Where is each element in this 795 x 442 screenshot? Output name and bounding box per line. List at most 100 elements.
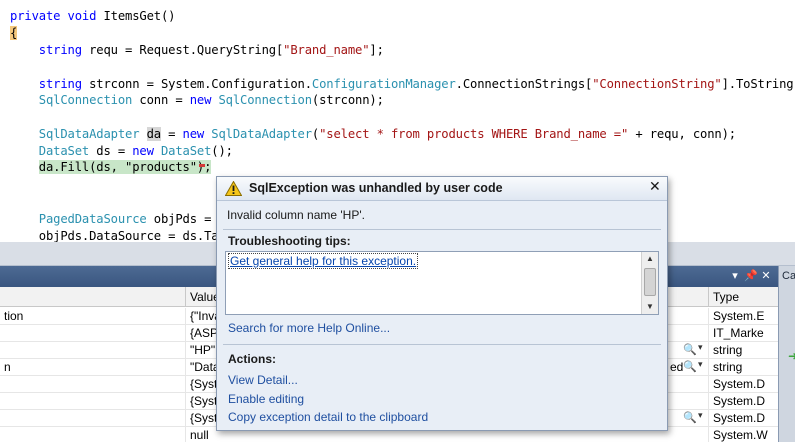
visualizer-dropdown-icon[interactable]: ▾ bbox=[698, 410, 703, 421]
code-line[interactable]: DataSet ds = new DataSet(); bbox=[10, 143, 233, 160]
row-name-cell bbox=[0, 393, 185, 410]
next-statement-arrow-icon: ➜ bbox=[788, 349, 795, 363]
code-line[interactable]: { bbox=[10, 25, 17, 42]
row-type-cell: string bbox=[708, 342, 778, 359]
code-line[interactable]: SqlConnection conn = new SqlConnection(s… bbox=[10, 92, 384, 109]
code-token: da bbox=[146, 127, 161, 141]
code-line[interactable]: string strconn = System.Configuration.Co… bbox=[10, 76, 795, 93]
code-line[interactable]: da.Fill(ds, "products"); bbox=[10, 159, 211, 176]
enable-editing-link[interactable]: Enable editing bbox=[228, 392, 304, 406]
code-token: requ = Request.QueryString[ bbox=[81, 43, 284, 57]
code-token: .ConnectionStrings[ bbox=[455, 77, 593, 91]
code-token: ds = bbox=[89, 144, 133, 158]
pin-icon[interactable]: 📌 bbox=[744, 268, 758, 284]
code-token: DataSet bbox=[160, 144, 212, 158]
code-token: string bbox=[38, 43, 82, 57]
search-help-online-link[interactable]: Search for more Help Online... bbox=[228, 321, 390, 335]
view-detail-link[interactable]: View Detail... bbox=[228, 373, 298, 387]
code-token: void bbox=[67, 9, 97, 23]
code-token: strconn = System.Configuration. bbox=[81, 77, 312, 91]
row-type-cell: System.D bbox=[708, 376, 778, 393]
row-name-cell: tion bbox=[4, 309, 24, 323]
row-name-cell: n bbox=[4, 360, 11, 374]
code-line[interactable]: objPds.DataSource = ds.Tables bbox=[10, 228, 248, 242]
row-type-cell: System.E bbox=[708, 308, 778, 325]
window-position-button[interactable]: ▾ bbox=[728, 268, 742, 284]
troubleshooting-tips-list[interactable]: Get general help for this exception. ▲ ▼ bbox=[225, 251, 659, 315]
scroll-thumb[interactable] bbox=[644, 268, 656, 296]
scroll-down-arrow-icon[interactable]: ▼ bbox=[642, 300, 658, 314]
code-token: SqlDataAdapter bbox=[211, 127, 312, 141]
row-name-cell bbox=[0, 325, 185, 342]
code-token: DataSet bbox=[38, 144, 90, 158]
row-name-cell bbox=[0, 376, 185, 393]
visualizer-magnifier-icon[interactable]: 🔍 bbox=[683, 360, 697, 373]
row-name-cell bbox=[0, 342, 185, 359]
row-type-cell: System.D bbox=[708, 393, 778, 410]
visualizer-magnifier-icon[interactable]: 🔍 bbox=[683, 343, 697, 356]
column-header-type[interactable]: Type bbox=[708, 287, 778, 307]
exception-close-button[interactable]: ✕ bbox=[649, 179, 661, 195]
tips-scrollbar[interactable]: ▲ ▼ bbox=[641, 252, 658, 314]
code-token: (strconn); bbox=[311, 93, 384, 107]
row-type-cell: System.W bbox=[708, 427, 778, 442]
code-token: string bbox=[38, 77, 82, 91]
code-token: new bbox=[182, 127, 205, 141]
general-help-link[interactable]: Get general help for this exception. bbox=[227, 253, 419, 269]
warning-icon bbox=[225, 181, 242, 196]
divider bbox=[223, 344, 661, 345]
exception-message: Invalid column name 'HP'. bbox=[227, 208, 365, 222]
column-header-name[interactable] bbox=[0, 287, 185, 307]
code-token: conn = bbox=[132, 93, 190, 107]
close-icon[interactable]: ✕ bbox=[759, 268, 773, 284]
row-value-tail: ed bbox=[670, 360, 684, 374]
actions-label: Actions: bbox=[228, 352, 276, 366]
side-panel-tab[interactable]: Ca bbox=[782, 270, 795, 282]
code-token: SqlConnection bbox=[218, 93, 312, 107]
code-token: private bbox=[10, 9, 61, 23]
code-token: da.Fill(ds, "products"); bbox=[38, 160, 212, 174]
code-token: "ConnectionString" bbox=[592, 77, 722, 91]
code-token: objPds = bbox=[146, 212, 219, 226]
row-name-cell bbox=[0, 427, 185, 442]
code-line[interactable]: PagedDataSource objPds = new bbox=[10, 211, 240, 228]
exception-marker bbox=[199, 164, 205, 167]
code-token: new bbox=[189, 93, 212, 107]
row-name-cell bbox=[0, 410, 185, 427]
code-token: "select * from products WHERE Brand_name… bbox=[319, 127, 629, 141]
row-type-cell: IT_Marke bbox=[708, 325, 778, 342]
visualizer-magnifier-icon[interactable]: 🔍 bbox=[683, 411, 697, 424]
visualizer-dropdown-icon[interactable]: ▾ bbox=[698, 359, 703, 370]
code-token: ConfigurationManager bbox=[311, 77, 456, 91]
code-token: ]; bbox=[369, 43, 384, 57]
exception-title: SqlException was unhandled by user code bbox=[249, 181, 503, 195]
code-line[interactable]: string requ = Request.QueryString["Brand… bbox=[10, 42, 384, 59]
exception-assistant: SqlException was unhandled by user code … bbox=[216, 176, 668, 431]
code-token: SqlDataAdapter bbox=[38, 127, 140, 141]
scroll-up-arrow-icon[interactable]: ▲ bbox=[642, 252, 658, 266]
exception-header: SqlException was unhandled by user code … bbox=[217, 177, 667, 201]
copy-exception-detail-link[interactable]: Copy exception detail to the clipboard bbox=[228, 410, 428, 424]
row-type-cell: System.D bbox=[708, 410, 778, 427]
code-token: { bbox=[10, 26, 18, 40]
code-token: SqlConnection bbox=[38, 93, 133, 107]
visualizer-dropdown-icon[interactable]: ▾ bbox=[698, 342, 703, 353]
code-line[interactable]: SqlDataAdapter da = new SqlDataAdapter("… bbox=[10, 126, 736, 143]
code-token: objPds.DataSource = ds.Tables bbox=[10, 229, 248, 242]
code-line[interactable]: private void ItemsGet() bbox=[10, 8, 175, 25]
divider bbox=[223, 229, 661, 230]
code-token: (); bbox=[211, 144, 233, 158]
code-token: ItemsGet() bbox=[96, 9, 176, 23]
code-token: PagedDataSource bbox=[38, 212, 147, 226]
code-token: ].ToString(); bbox=[721, 77, 795, 91]
row-type-cell: string bbox=[708, 359, 778, 376]
code-token: + requ, conn); bbox=[628, 127, 736, 141]
